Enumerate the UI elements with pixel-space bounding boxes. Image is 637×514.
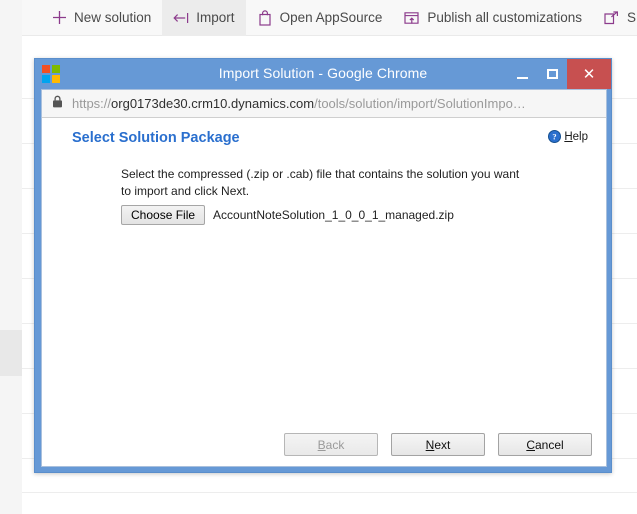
page-title: Select Solution Package (72, 130, 240, 146)
help-link[interactable]: ? Help (548, 130, 588, 143)
lock-icon (52, 95, 63, 113)
close-button[interactable]: ✕ (567, 59, 611, 89)
command-label: S (627, 10, 636, 25)
maximize-button[interactable] (537, 59, 567, 89)
svg-text:?: ? (553, 132, 557, 142)
command-import[interactable]: Import (162, 0, 245, 36)
import-arrow-icon (173, 10, 189, 26)
help-accel: H (564, 131, 572, 143)
selected-file-name: AccountNoteSolution_1_0_0_1_managed.zip (213, 208, 454, 222)
choose-file-button[interactable]: Choose File (121, 205, 205, 225)
window-controls: ✕ (507, 59, 611, 89)
address-bar[interactable]: https://org0173de30.crm10.dynamics.com/t… (42, 90, 606, 118)
help-rest: elp (573, 131, 588, 143)
left-rail-selected-block[interactable] (0, 330, 22, 376)
help-question-icon: ? (548, 130, 561, 143)
plus-icon (51, 10, 67, 26)
cancel-accel: C (526, 438, 535, 452)
command-open-appsource[interactable]: Open AppSource (246, 0, 394, 36)
dialog-header: Select Solution Package ? Help (72, 130, 588, 146)
publish-upload-icon (404, 10, 420, 26)
open-external-icon (604, 10, 620, 26)
browser-client-area: https://org0173de30.crm10.dynamics.com/t… (41, 89, 607, 467)
url-scheme: https:// (72, 96, 111, 111)
file-picker-row: Choose File AccountNoteSolution_1_0_0_1_… (121, 205, 454, 225)
dialog-content: Select Solution Package ? Help Select th… (42, 118, 606, 466)
command-label: Open AppSource (280, 10, 383, 25)
instruction-text: Select the compressed (.zip or .cab) fil… (121, 166, 521, 200)
command-publish-all-customizations[interactable]: Publish all customizations (393, 0, 593, 36)
command-bar: New solution Import Open AppSource (22, 0, 637, 36)
back-accel: B (318, 438, 326, 452)
close-icon: ✕ (583, 67, 596, 82)
command-label: New solution (74, 10, 151, 25)
command-new-solution[interactable]: New solution (40, 0, 162, 36)
cancel-button[interactable]: Cancel (498, 433, 592, 456)
window-title-bar[interactable]: Import Solution - Google Chrome ✕ (35, 59, 611, 89)
left-navigation-rail (0, 0, 22, 514)
import-solution-window: Import Solution - Google Chrome ✕ https:… (34, 58, 612, 473)
address-bar-url: https://org0173de30.crm10.dynamics.com/t… (72, 96, 526, 111)
maximize-icon (547, 69, 558, 79)
help-label: Help (564, 131, 588, 143)
minimize-icon (517, 77, 528, 79)
app-page: New solution Import Open AppSource (0, 0, 637, 514)
next-button[interactable]: Next (391, 433, 485, 456)
dialog-buttons: Back Next Cancel (284, 433, 592, 456)
minimize-button[interactable] (507, 59, 537, 89)
command-label: Import (196, 10, 234, 25)
shopping-bag-icon (257, 10, 273, 26)
next-rest: ext (434, 438, 450, 452)
cancel-rest: ancel (535, 438, 564, 452)
url-path: /tools/solution/import/SolutionImpo… (314, 96, 526, 111)
back-rest: ack (326, 438, 345, 452)
command-truncated[interactable]: S (593, 0, 637, 36)
url-host: org0173de30.crm10.dynamics.com (111, 96, 314, 111)
command-label: Publish all customizations (427, 10, 582, 25)
back-button[interactable]: Back (284, 433, 378, 456)
